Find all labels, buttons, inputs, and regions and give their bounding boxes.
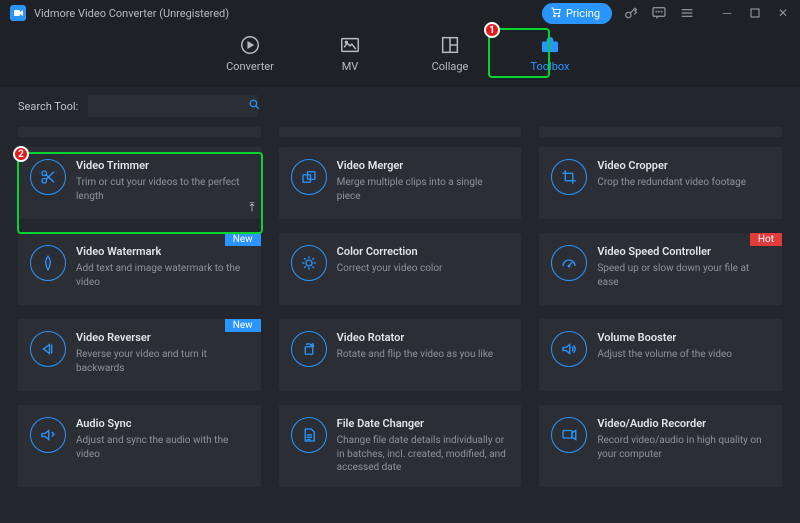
- recorder-icon: [551, 417, 587, 453]
- window-controls: ─ ✕: [720, 6, 790, 20]
- tool-grid: Video Trimmer Trim or cut your videos to…: [0, 119, 800, 523]
- card-video-watermark[interactable]: New Video Watermark Add text and image w…: [18, 233, 261, 305]
- search-box: [88, 95, 258, 117]
- stub-row: [18, 127, 782, 137]
- nav-label: Converter: [226, 60, 274, 73]
- card-desc: Correct your video color: [337, 262, 508, 276]
- card-desc: Crop the redundant video footage: [597, 176, 768, 190]
- stub-card: [279, 127, 522, 137]
- card-title: Video/Audio Recorder: [597, 417, 768, 430]
- maximize-button[interactable]: [748, 6, 762, 20]
- card-title: Video Reverser: [76, 331, 247, 344]
- annotation-number-2: 2: [13, 146, 29, 162]
- card-desc: Rotate and flip the video as you like: [337, 348, 508, 362]
- collage-icon: [439, 34, 461, 56]
- card-title: Video Speed Controller: [597, 245, 768, 258]
- main-nav: Converter MV Collage Toolbox: [0, 26, 800, 87]
- card-desc: Record video/audio in high quality on yo…: [597, 434, 768, 461]
- card-title: File Date Changer: [337, 417, 508, 430]
- card-title: Video Trimmer: [76, 159, 247, 172]
- card-video-rotator[interactable]: Video Rotator Rotate and flip the video …: [279, 319, 522, 391]
- card-video-reverser[interactable]: New Video Reverser Reverse your video an…: [18, 319, 261, 391]
- nav-collage[interactable]: Collage: [425, 34, 475, 73]
- minimize-button[interactable]: ─: [720, 6, 734, 20]
- card-file-date-changer[interactable]: File Date Changer Change file date detai…: [279, 405, 522, 487]
- stub-card: [18, 127, 261, 137]
- annotation-number-1: 1: [484, 22, 500, 38]
- search-row: Search Tool:: [0, 87, 800, 119]
- nav-converter[interactable]: Converter: [225, 34, 275, 73]
- card-video-speed[interactable]: Hot Video Speed Controller Speed up or s…: [539, 233, 782, 305]
- reverse-icon: [30, 331, 66, 367]
- card-desc: Adjust and sync the audio with the video: [76, 434, 247, 461]
- key-icon[interactable]: [622, 4, 640, 22]
- new-badge: New: [225, 233, 261, 246]
- card-video-merger[interactable]: Video Merger Merge multiple clips into a…: [279, 147, 522, 219]
- card-title: Volume Booster: [597, 331, 768, 344]
- new-badge: New: [225, 319, 261, 332]
- card-desc: Reverse your video and turn it backwards: [76, 348, 247, 375]
- card-title: Video Merger: [337, 159, 508, 172]
- scissors-icon: [30, 159, 66, 195]
- card-title: Video Cropper: [597, 159, 768, 172]
- merge-icon: [291, 159, 327, 195]
- card-video-audio-recorder[interactable]: Video/Audio Recorder Record video/audio …: [539, 405, 782, 487]
- card-color-correction[interactable]: Color Correction Correct your video colo…: [279, 233, 522, 305]
- cart-icon: [550, 6, 562, 21]
- toolbox-icon: [539, 34, 561, 56]
- mv-icon: [339, 34, 361, 56]
- file-date-icon: [291, 417, 327, 453]
- feedback-icon[interactable]: [650, 4, 668, 22]
- card-desc: Merge multiple clips into a single piece: [337, 176, 508, 203]
- hot-badge: Hot: [750, 233, 782, 246]
- crop-icon: [551, 159, 587, 195]
- expand-icon[interactable]: ⤒: [249, 200, 254, 215]
- card-desc: Speed up or slow down your file at ease: [597, 262, 768, 289]
- card-desc: Change file date details individually or…: [337, 434, 508, 475]
- app-title: Vidmore Video Converter (Unregistered): [34, 7, 229, 20]
- card-desc: Add text and image watermark to the vide…: [76, 262, 247, 289]
- volume-icon: [551, 331, 587, 367]
- pricing-button[interactable]: Pricing: [542, 3, 612, 24]
- color-icon: [291, 245, 327, 281]
- nav-mv[interactable]: MV: [325, 34, 375, 73]
- speed-icon: [551, 245, 587, 281]
- app-logo-icon: [10, 5, 26, 21]
- watermark-icon: [30, 245, 66, 281]
- search-input[interactable]: [88, 100, 242, 112]
- title-icons: ─ ✕: [622, 4, 790, 22]
- pricing-label: Pricing: [566, 7, 600, 20]
- title-bar: Vidmore Video Converter (Unregistered) P…: [0, 0, 800, 26]
- nav-label: Toolbox: [530, 60, 569, 73]
- nav-toolbox[interactable]: Toolbox: [525, 34, 575, 73]
- card-desc: Trim or cut your videos to the perfect l…: [76, 176, 247, 203]
- card-audio-sync[interactable]: Audio Sync Adjust and sync the audio wit…: [18, 405, 261, 487]
- search-icon[interactable]: [242, 98, 267, 115]
- card-title: Audio Sync: [76, 417, 247, 430]
- card-video-trimmer[interactable]: Video Trimmer Trim or cut your videos to…: [18, 147, 261, 219]
- card-title: Video Rotator: [337, 331, 508, 344]
- search-label: Search Tool:: [18, 100, 78, 113]
- nav-label: MV: [342, 60, 359, 73]
- rotate-icon: [291, 331, 327, 367]
- cards-grid: Video Trimmer Trim or cut your videos to…: [18, 147, 782, 487]
- card-title: Video Watermark: [76, 245, 247, 258]
- menu-icon[interactable]: [678, 4, 696, 22]
- nav-label: Collage: [432, 60, 469, 73]
- stub-card: [539, 127, 782, 137]
- card-title: Color Correction: [337, 245, 508, 258]
- converter-icon: [239, 34, 261, 56]
- card-video-cropper[interactable]: Video Cropper Crop the redundant video f…: [539, 147, 782, 219]
- card-volume-booster[interactable]: Volume Booster Adjust the volume of the …: [539, 319, 782, 391]
- card-desc: Adjust the volume of the video: [597, 348, 768, 362]
- close-button[interactable]: ✕: [776, 6, 790, 20]
- audio-sync-icon: [30, 417, 66, 453]
